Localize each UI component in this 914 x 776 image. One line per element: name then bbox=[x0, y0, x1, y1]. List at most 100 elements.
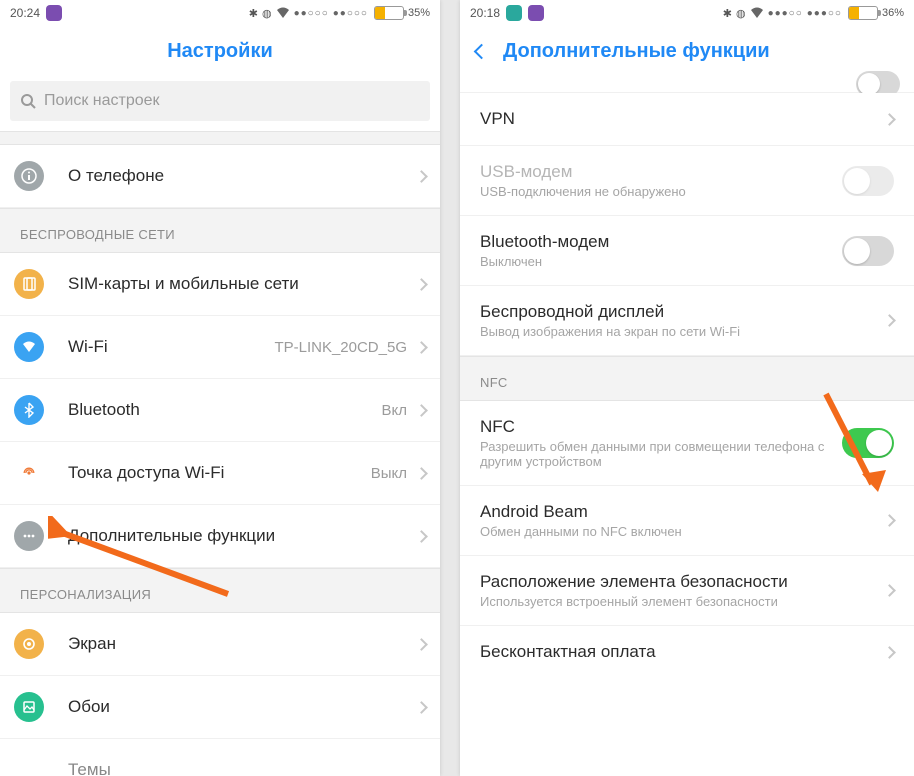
row-themes[interactable]: Темы bbox=[0, 739, 440, 776]
bluetooth-status-icon: ✱ bbox=[249, 7, 258, 20]
row-label: Расположение элемента безопасности bbox=[480, 572, 875, 592]
chevron-right-icon bbox=[883, 314, 896, 327]
row-subtitle: Выключен bbox=[480, 254, 832, 269]
sim-icon bbox=[14, 269, 44, 299]
row-subtitle: Обмен данными по NFC включен bbox=[480, 524, 875, 539]
row-label: Bluetooth-модем bbox=[480, 232, 832, 252]
page-title: Дополнительные функции bbox=[503, 40, 770, 63]
info-icon bbox=[14, 161, 44, 191]
row-about-phone[interactable]: О телефоне bbox=[0, 145, 440, 208]
row-label: SIM-карты и мобильные сети bbox=[68, 274, 299, 294]
row-subtitle: Используется встроенный элемент безопасн… bbox=[480, 594, 875, 609]
row-wallpaper[interactable]: Обои bbox=[0, 676, 440, 739]
app-icon bbox=[528, 5, 544, 21]
section-nfc: NFC bbox=[460, 356, 914, 401]
section-personalization: ПЕРСОНАЛИЗАЦИЯ bbox=[0, 568, 440, 613]
status-bar: 20:24 ✱ ◍ ●●○○○ ●●○○○ 35% bbox=[0, 0, 440, 26]
status-time: 20:18 bbox=[470, 6, 500, 20]
chevron-right-icon bbox=[415, 638, 428, 651]
back-button[interactable] bbox=[474, 44, 490, 60]
row-sim[interactable]: SIM-карты и мобильные сети bbox=[0, 253, 440, 316]
section-wireless: БЕСПРОВОДНЫЕ СЕТИ bbox=[0, 208, 440, 253]
bluetooth-icon bbox=[14, 395, 44, 425]
chevron-right-icon bbox=[415, 341, 428, 354]
chevron-right-icon bbox=[415, 404, 428, 417]
row-label: VPN bbox=[480, 109, 875, 129]
row-label: Дополнительные функции bbox=[68, 526, 275, 546]
row-label: Темы bbox=[68, 760, 111, 776]
signal-1-icon: ●●●○○ bbox=[768, 8, 803, 19]
chevron-right-icon bbox=[883, 584, 896, 597]
row-wireless-display[interactable]: Беспроводной дисплей Вывод изображения н… bbox=[460, 286, 914, 356]
wallpaper-icon bbox=[14, 692, 44, 722]
row-label: Wi-Fi bbox=[68, 337, 108, 357]
app-icon bbox=[506, 5, 522, 21]
row-usb-modem: USB-модем USB-подключения не обнаружено bbox=[460, 146, 914, 216]
wifi-icon bbox=[14, 332, 44, 362]
vibrate-icon: ◍ bbox=[736, 7, 746, 20]
status-time: 20:24 bbox=[10, 6, 40, 20]
display-icon bbox=[14, 629, 44, 659]
toggle-usb-modem bbox=[842, 166, 894, 196]
signal-2-icon: ●●●○○ bbox=[807, 8, 842, 19]
row-label: Обои bbox=[68, 697, 110, 717]
settings-screen: 20:24 ✱ ◍ ●●○○○ ●●○○○ 35% Настройки Поис… bbox=[0, 0, 440, 776]
wifi-status-icon bbox=[276, 7, 290, 19]
row-label: О телефоне bbox=[68, 166, 164, 186]
row-android-beam[interactable]: Android Beam Обмен данными по NFC включе… bbox=[460, 486, 914, 556]
vibrate-icon: ◍ bbox=[262, 7, 272, 20]
search-placeholder: Поиск настроек bbox=[44, 92, 160, 110]
bluetooth-status-icon: ✱ bbox=[723, 7, 732, 20]
row-display[interactable]: Экран bbox=[0, 613, 440, 676]
row-label: Беспроводной дисплей bbox=[480, 302, 875, 322]
row-wifi[interactable]: Wi-Fi TP-LINK_20CD_5G bbox=[0, 316, 440, 379]
row-label: Bluetooth bbox=[68, 400, 140, 420]
signal-2-icon: ●●○○○ bbox=[333, 8, 368, 19]
row-subtitle: Разрешить обмен данными при совмещении т… bbox=[480, 439, 832, 469]
row-subtitle: USB-подключения не обнаружено bbox=[480, 184, 832, 199]
row-label: Экран bbox=[68, 634, 116, 654]
row-label: USB-модем bbox=[480, 162, 832, 182]
signal-1-icon: ●●○○○ bbox=[294, 8, 329, 19]
row-label: Android Beam bbox=[480, 502, 875, 522]
row-security-element[interactable]: Расположение элемента безопасности Испол… bbox=[460, 556, 914, 626]
row-label: Точка доступа Wi-Fi bbox=[68, 463, 224, 483]
row-label: NFC bbox=[480, 417, 832, 437]
hotspot-icon bbox=[14, 458, 44, 488]
chevron-right-icon bbox=[415, 170, 428, 183]
battery-pct: 36% bbox=[882, 7, 904, 19]
row-more[interactable]: Дополнительные функции bbox=[0, 505, 440, 568]
chevron-right-icon bbox=[883, 113, 896, 126]
wifi-status-icon bbox=[750, 7, 764, 19]
page-title: Настройки bbox=[0, 26, 440, 81]
chevron-right-icon bbox=[415, 467, 428, 480]
app-icon bbox=[46, 5, 62, 21]
row-value: Выкл bbox=[371, 465, 407, 482]
chevron-right-icon bbox=[883, 646, 896, 659]
chevron-right-icon bbox=[415, 701, 428, 714]
battery-icon bbox=[848, 6, 878, 20]
row-bluetooth[interactable]: Bluetooth Вкл bbox=[0, 379, 440, 442]
battery-pct: 35% bbox=[408, 7, 430, 19]
row-subtitle: Вывод изображения на экран по сети Wi-Fi bbox=[480, 324, 875, 339]
row-contactless-pay[interactable]: Бесконтактная оплата bbox=[460, 626, 914, 678]
toggle-nfc[interactable] bbox=[842, 428, 894, 458]
search-icon bbox=[20, 93, 36, 109]
status-bar: 20:18 ✱ ◍ ●●●○○ ●●●○○ 36% bbox=[460, 0, 914, 26]
toggle-bt-modem[interactable] bbox=[842, 236, 894, 266]
row-nfc[interactable]: NFC Разрешить обмен данными при совмещен… bbox=[460, 401, 914, 486]
row-label: Бесконтактная оплата bbox=[480, 642, 875, 662]
header: Дополнительные функции bbox=[460, 26, 914, 81]
battery-icon bbox=[374, 6, 404, 20]
row-value: TP-LINK_20CD_5G bbox=[274, 339, 407, 356]
additional-features-screen: 20:18 ✱ ◍ ●●●○○ ●●●○○ 36% Дополнительные… bbox=[460, 0, 914, 776]
search-container: Поиск настроек bbox=[0, 81, 440, 131]
chevron-right-icon bbox=[883, 514, 896, 527]
more-icon bbox=[14, 521, 44, 551]
row-bt-modem[interactable]: Bluetooth-модем Выключен bbox=[460, 216, 914, 286]
chevron-right-icon bbox=[415, 278, 428, 291]
search-input[interactable]: Поиск настроек bbox=[10, 81, 430, 121]
row-hotspot[interactable]: Точка доступа Wi-Fi Выкл bbox=[0, 442, 440, 505]
row-vpn[interactable]: VPN bbox=[460, 93, 914, 146]
chevron-right-icon bbox=[415, 530, 428, 543]
